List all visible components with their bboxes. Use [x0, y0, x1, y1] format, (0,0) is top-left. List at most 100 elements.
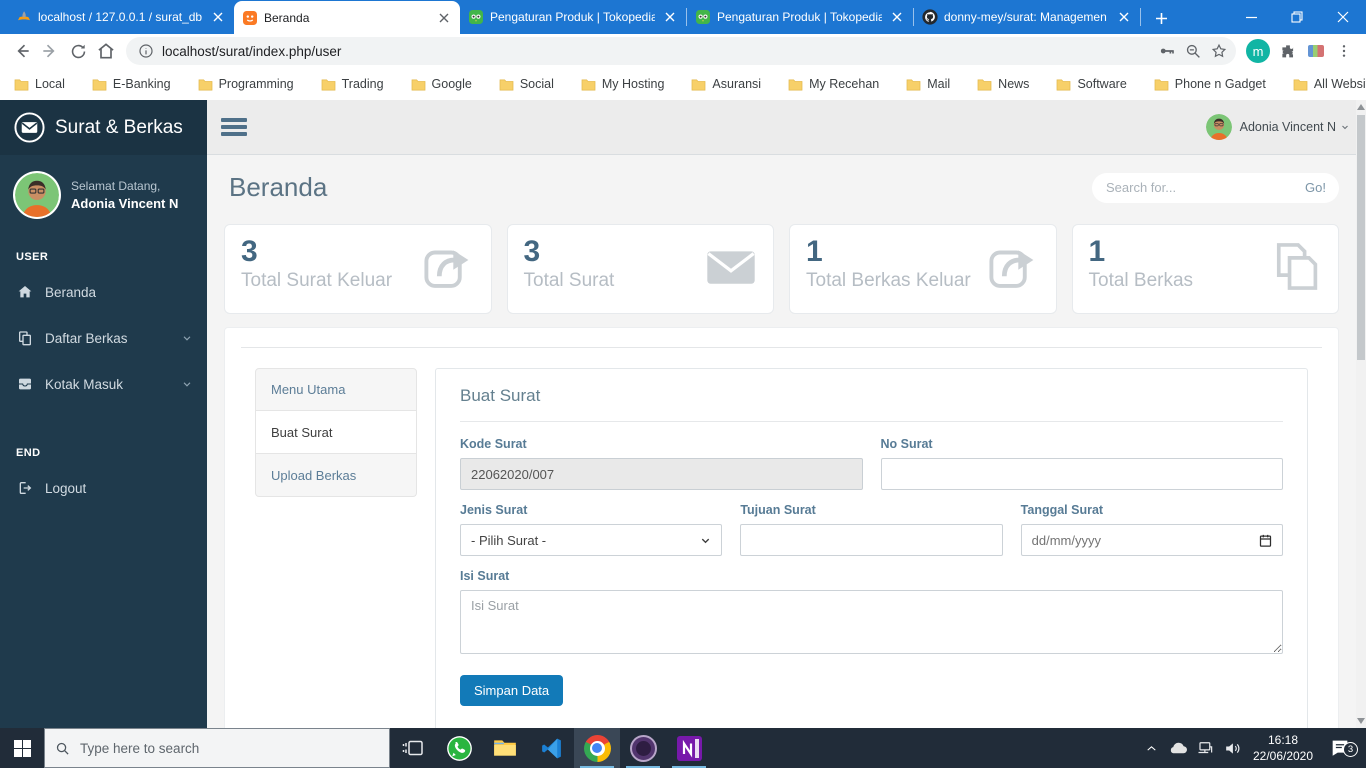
restore-button[interactable]	[1274, 0, 1320, 34]
browser-menu-icon[interactable]	[1330, 37, 1358, 65]
chrome-taskbar-icon[interactable]	[574, 728, 620, 768]
tab-phpmyadmin[interactable]: localhost / 127.0.0.1 / surat_db	[8, 0, 234, 34]
tab-tokopedia-2[interactable]: Pengaturan Produk | Tokopedia	[687, 0, 913, 34]
bookmark-folder[interactable]: My Hosting	[581, 77, 664, 91]
forward-button[interactable]	[36, 37, 64, 65]
folder-icon	[1154, 78, 1169, 90]
sidebar-item-label: Kotak Masuk	[45, 376, 124, 392]
bookmark-folder[interactable]: My Recehan	[788, 77, 879, 91]
new-tab-button[interactable]	[1147, 4, 1175, 32]
submenu-item-upload-berkas[interactable]: Upload Berkas	[255, 454, 417, 497]
tray-expand-icon[interactable]	[1138, 742, 1165, 755]
bookmark-folder[interactable]: Social	[499, 77, 554, 91]
bookmark-folder[interactable]: Software	[1056, 77, 1127, 91]
app-main: Adonia Vincent N Beranda Go! 3 Total Sur…	[207, 100, 1366, 728]
taskbar-clock[interactable]: 16:18 22/06/2020	[1248, 732, 1318, 764]
submenu-item-menu-utama[interactable]: Menu Utama	[255, 368, 417, 411]
folder-icon	[198, 78, 212, 90]
tab-close-icon[interactable]	[209, 9, 226, 26]
hamburger-menu-icon[interactable]	[221, 118, 247, 136]
onenote-icon[interactable]	[666, 728, 712, 768]
scrollbar-thumb[interactable]	[1357, 115, 1365, 360]
tab-close-icon[interactable]	[661, 9, 678, 26]
tanggal-surat-field[interactable]: dd/mm/yyyy	[1020, 524, 1283, 556]
submenu-item-buat-surat[interactable]: Buat Surat	[255, 411, 417, 454]
url-text[interactable]: localhost/surat/index.php/user	[162, 44, 1154, 59]
home-button[interactable]	[92, 37, 120, 65]
app-brand: Surat & Berkas	[0, 100, 207, 155]
isi-surat-field[interactable]	[460, 590, 1283, 654]
copy-files-icon	[1268, 239, 1324, 300]
calendar-icon[interactable]	[1258, 533, 1273, 548]
bookmark-folder[interactable]: Google	[411, 77, 472, 91]
tab-close-icon[interactable]	[435, 9, 452, 26]
sidebar-item-beranda[interactable]: Beranda	[0, 269, 207, 315]
scroll-up-arrow[interactable]	[1356, 100, 1366, 114]
folder-icon	[92, 78, 107, 90]
notification-badge: 3	[1343, 742, 1358, 757]
simpan-data-button[interactable]: Simpan Data	[460, 675, 564, 706]
bookmark-label: Phone n Gadget	[1174, 77, 1266, 91]
tab-tokopedia-1[interactable]: Pengaturan Produk | Tokopedia	[460, 0, 686, 34]
jenis-surat-select[interactable]: - Pilih Surat -	[460, 524, 723, 556]
taskbar-search-input[interactable]	[80, 740, 379, 756]
task-view-button[interactable]	[390, 728, 436, 768]
profile-avatar[interactable]: m	[1246, 39, 1270, 63]
whatsapp-icon[interactable]	[436, 728, 482, 768]
onedrive-cloud-icon[interactable]	[1165, 741, 1192, 755]
no-surat-field[interactable]	[880, 458, 1283, 490]
bookmark-folder[interactable]: Phone n Gadget	[1154, 77, 1266, 91]
bookmark-folder[interactable]: E-Banking	[92, 77, 171, 91]
no-surat-label: No Surat	[880, 437, 933, 451]
app-sidebar: Surat & Berkas Selamat Datang, Adonia Vi…	[0, 100, 207, 728]
address-bar[interactable]: localhost/surat/index.php/user	[126, 37, 1236, 65]
header-user-menu[interactable]: Adonia Vincent N	[1205, 114, 1350, 140]
start-button[interactable]	[0, 728, 44, 768]
purple-app-icon[interactable]	[620, 728, 666, 768]
reload-button[interactable]	[64, 37, 92, 65]
close-window-button[interactable]	[1320, 0, 1366, 34]
app-search[interactable]: Go!	[1092, 172, 1339, 203]
back-button[interactable]	[8, 37, 36, 65]
bookmark-folder[interactable]: Local	[14, 77, 65, 91]
vscode-icon[interactable]	[528, 728, 574, 768]
scroll-down-arrow[interactable]	[1356, 714, 1366, 728]
tab-close-icon[interactable]	[1115, 9, 1132, 26]
speaker-icon[interactable]	[1219, 739, 1246, 758]
password-key-icon[interactable]	[1154, 38, 1180, 64]
info-icon[interactable]	[138, 43, 154, 59]
sidebar-section-user: USER	[16, 251, 49, 263]
chevron-down-icon	[181, 332, 193, 344]
bookmark-folder[interactable]: Asuransi	[691, 77, 761, 91]
bookmark-folder[interactable]: All Website	[1293, 77, 1366, 91]
web-page: Surat & Berkas Selamat Datang, Adonia Vi…	[0, 100, 1366, 728]
bookmark-label: Asuransi	[712, 77, 762, 91]
page-scrollbar[interactable]	[1356, 100, 1366, 728]
home-icon	[16, 284, 34, 300]
sidebar-item-kotak-masuk[interactable]: Kotak Masuk	[0, 361, 207, 407]
bookmark-folder[interactable]: News	[977, 77, 1029, 91]
tab-close-icon[interactable]	[888, 9, 905, 26]
tujuan-surat-field[interactable]	[740, 524, 1003, 556]
xampp-favicon	[242, 10, 258, 26]
zoom-icon[interactable]	[1180, 38, 1206, 64]
bookmark-folder[interactable]: Programming	[198, 77, 294, 91]
bookmark-folder[interactable]: Mail	[906, 77, 950, 91]
bookmark-star-icon[interactable]	[1206, 38, 1232, 64]
search-go-button[interactable]: Go!	[1305, 180, 1326, 195]
taskbar-search[interactable]	[44, 728, 390, 768]
sidebar-item-logout[interactable]: Logout	[0, 465, 207, 511]
tab-github[interactable]: donny-mey/surat: Managemen	[914, 0, 1140, 34]
network-icon[interactable]	[1192, 739, 1219, 757]
action-center-button[interactable]: 3	[1320, 737, 1360, 759]
minimize-button[interactable]	[1228, 0, 1274, 34]
extension-icon[interactable]	[1302, 37, 1330, 65]
extensions-puzzle-icon[interactable]	[1274, 37, 1302, 65]
sidebar-item-daftar-berkas[interactable]: Daftar Berkas	[0, 315, 207, 361]
tab-beranda[interactable]: Beranda	[234, 1, 460, 34]
file-explorer-icon[interactable]	[482, 728, 528, 768]
stat-card-surat-keluar: 3 Total Surat Keluar	[224, 224, 492, 314]
bookmark-folder[interactable]: Trading	[321, 77, 384, 91]
search-input[interactable]	[1106, 180, 1306, 195]
page-content: Beranda Go! 3 Total Surat Keluar	[207, 155, 1366, 728]
